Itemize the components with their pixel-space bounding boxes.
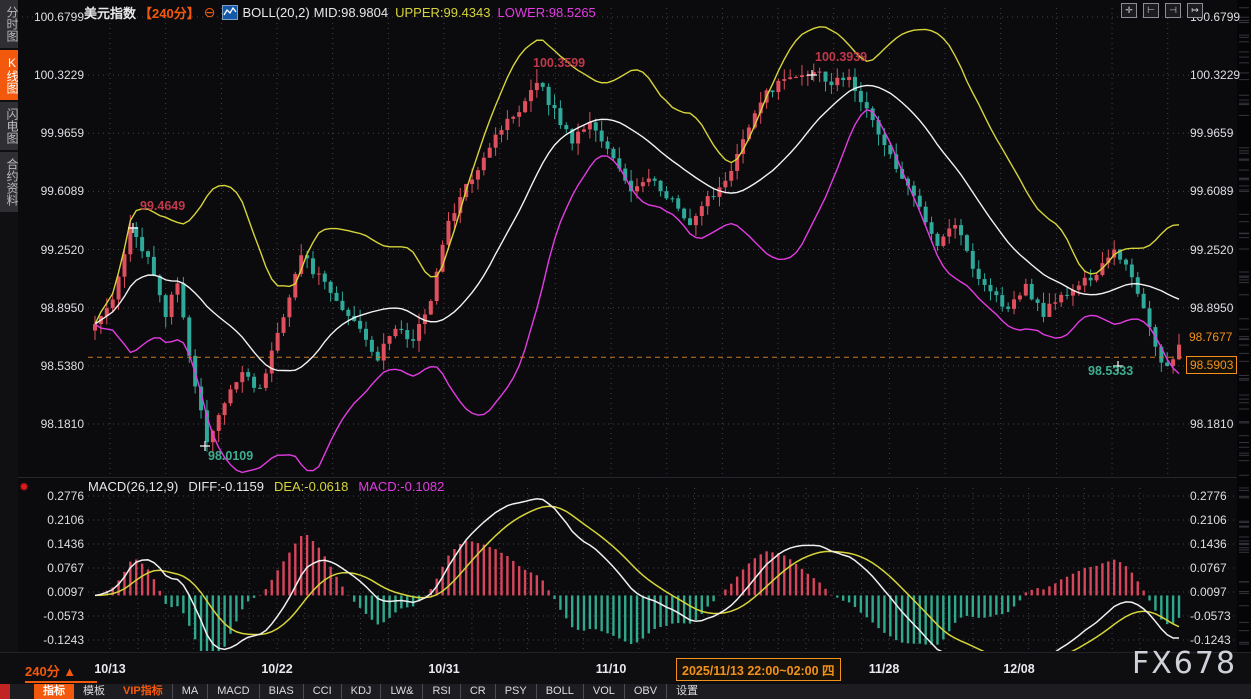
macd-axis-label: 0.2776 <box>1190 489 1227 503</box>
price-axis-label: 98.5380 <box>20 359 84 373</box>
macd-axis-label: 0.0097 <box>20 585 84 599</box>
watermark: FX678 <box>1132 646 1237 681</box>
toolbar-indicator-cr[interactable]: CR <box>460 684 495 699</box>
toolbar-indicator-psy[interactable]: PSY <box>495 684 536 699</box>
macd-dea-value: DEA:-0.0618 <box>274 479 348 494</box>
toolbar-indicator-cci[interactable]: CCI <box>303 684 341 699</box>
macd-axis-label: 0.2776 <box>20 489 84 503</box>
price-axis-label: 100.3229 <box>1190 68 1240 82</box>
macd-title: MACD(26,12,9) <box>88 479 178 494</box>
price-axis-label: 98.8950 <box>1190 301 1233 315</box>
symbol-title: 美元指数 <box>84 3 136 22</box>
macd-axis-label: -0.0573 <box>20 609 84 623</box>
reference-price-tag: 98.7677 <box>1189 330 1232 344</box>
chart-application: 分时图 K线图闪电图合约资料 美元指数 【240分】 ⊖ BOLL(20,2) M… <box>0 0 1251 699</box>
sidebar: 分时图 K线图闪电图合约资料 <box>0 0 18 652</box>
price-axis-label: 99.6089 <box>20 184 84 198</box>
toolbar-indicator-bias[interactable]: BIAS <box>259 684 303 699</box>
record-indicator <box>0 684 10 699</box>
toolbar-indicator-ma[interactable]: MA <box>172 684 208 699</box>
toolbar-indicator-kdj[interactable]: KDJ <box>341 684 381 699</box>
price-axis-label: 99.2520 <box>20 243 84 257</box>
last-price-tag: 98.5903 <box>1186 356 1237 374</box>
price-extreme-annotation: 98.0109 <box>208 449 253 463</box>
sidebar-item-kline-chart[interactable]: K线图 <box>0 50 18 100</box>
macd-diff-value: DIFF:-0.1159 <box>188 479 264 494</box>
sidebar-item-time-chart[interactable]: 分时图 <box>0 0 18 48</box>
x-axis-tick: 11/10 <box>596 662 627 676</box>
price-axis-label: 99.9659 <box>20 126 84 140</box>
macd-axis-label: 0.0767 <box>1190 561 1227 575</box>
x-axis-tick: 10/22 <box>261 662 292 676</box>
highlighted-date-range: 2025/11/13 22:00~02:00 四 <box>676 658 841 681</box>
x-axis-tick: 11/28 <box>869 662 900 676</box>
price-axis-label: 100.3229 <box>20 68 84 82</box>
toolbar-templates-button[interactable]: 模板 <box>74 684 114 699</box>
macd-axis-label: 0.1436 <box>20 537 84 551</box>
period-underline <box>25 681 97 683</box>
axis-scale-right-icon[interactable]: ⊣ <box>1165 3 1181 18</box>
chart-header: 美元指数 【240分】 ⊖ BOLL(20,2) MID:98.9804 UPP… <box>84 3 596 22</box>
price-extreme-annotation: 100.3939 <box>815 50 867 64</box>
axis-scale-left-icon[interactable]: ⊢ <box>1143 3 1159 18</box>
price-extreme-annotation: 100.3599 <box>533 56 585 70</box>
toolbar-settings-button[interactable]: 设置 <box>666 684 707 699</box>
collapse-icon[interactable]: ⊖ <box>204 4 216 21</box>
period-selector[interactable]: 240分 ▲ <box>25 661 76 680</box>
macd-axis-label: 0.2106 <box>1190 513 1227 527</box>
macd-macd-value: MACD:-0.1082 <box>358 479 444 494</box>
boll-lower-value: LOWER:98.5265 <box>498 5 596 20</box>
period-tag: 【240分】 <box>139 3 200 22</box>
price-axis-label: 99.9659 <box>1190 126 1233 140</box>
macd-axis-label: 0.0767 <box>20 561 84 575</box>
x-axis-tick: 12/08 <box>1003 662 1034 676</box>
toolbar-vip-indicators-button[interactable]: VIP指标 <box>114 684 172 699</box>
price-extreme-annotation: 98.5333 <box>1088 364 1133 378</box>
chart-corner-toolbar: ✛ ⊢ ⊣ ↦ <box>1121 3 1203 18</box>
toolbar-indicator-boll[interactable]: BOLL <box>536 684 583 699</box>
price-axis-label: 98.1810 <box>20 417 84 431</box>
boll-label: BOLL(20,2) <box>242 5 309 20</box>
indicator-chart-icon[interactable] <box>222 5 238 20</box>
macd-axis-label: -0.0573 <box>1190 609 1231 623</box>
macd-axis-label: 0.0097 <box>1190 585 1227 599</box>
toolbar-indicator-macd[interactable]: MACD <box>207 684 258 699</box>
toolbar-indicator-rsi[interactable]: RSI <box>422 684 459 699</box>
boll-mid-value: MID:98.9804 <box>314 5 388 20</box>
sidebar-item-contract-info[interactable]: 合约资料 <box>0 152 18 212</box>
price-axis-label: 99.2520 <box>1190 243 1233 257</box>
sidebar-item-lightning-chart[interactable]: 闪电图 <box>0 102 18 150</box>
toolbar-indicator-obv[interactable]: OBV <box>624 684 666 699</box>
price-axis-label: 98.8950 <box>20 301 84 315</box>
toolbar-indicator-vol[interactable]: VOL <box>583 684 624 699</box>
price-extreme-annotation: 99.4649 <box>140 199 185 213</box>
pan-right-icon[interactable]: ↦ <box>1187 3 1203 18</box>
macd-axis-label: -0.1243 <box>1190 633 1231 647</box>
macd-axis-label: 0.2106 <box>20 513 84 527</box>
macd-axis-label: 0.1436 <box>1190 537 1227 551</box>
macd-header: MACD(26,12,9) DIFF:-0.1159 DEA:-0.0618 M… <box>88 479 444 494</box>
toolbar-indicator-lw[interactable]: LW& <box>380 684 422 699</box>
x-axis-row: 240分 ▲ 2025/11/13 22:00~02:00 四 10/13 10/… <box>0 652 1251 685</box>
bottom-toolbar: 指标模板VIP指标MAMACDBIASCCIKDJLW&RSICRPSYBOLL… <box>0 684 1251 699</box>
macd-axis-label: -0.1243 <box>20 633 84 647</box>
toolbar-indicators-button[interactable]: 指标 <box>34 684 74 699</box>
candlestick-chart-canvas[interactable] <box>0 0 1251 652</box>
live-indicator-icon: ✹ <box>19 480 29 494</box>
price-axis-label: 98.1810 <box>1190 417 1233 431</box>
crosshair-icon[interactable]: ✛ <box>1121 3 1137 18</box>
boll-upper-value: UPPER:99.4343 <box>395 5 490 20</box>
price-axis-label: 99.6089 <box>1190 184 1233 198</box>
price-axis-label: 100.6799 <box>20 10 84 24</box>
x-axis-tick: 10/13 <box>94 662 125 676</box>
x-axis-tick: 10/31 <box>428 662 459 676</box>
